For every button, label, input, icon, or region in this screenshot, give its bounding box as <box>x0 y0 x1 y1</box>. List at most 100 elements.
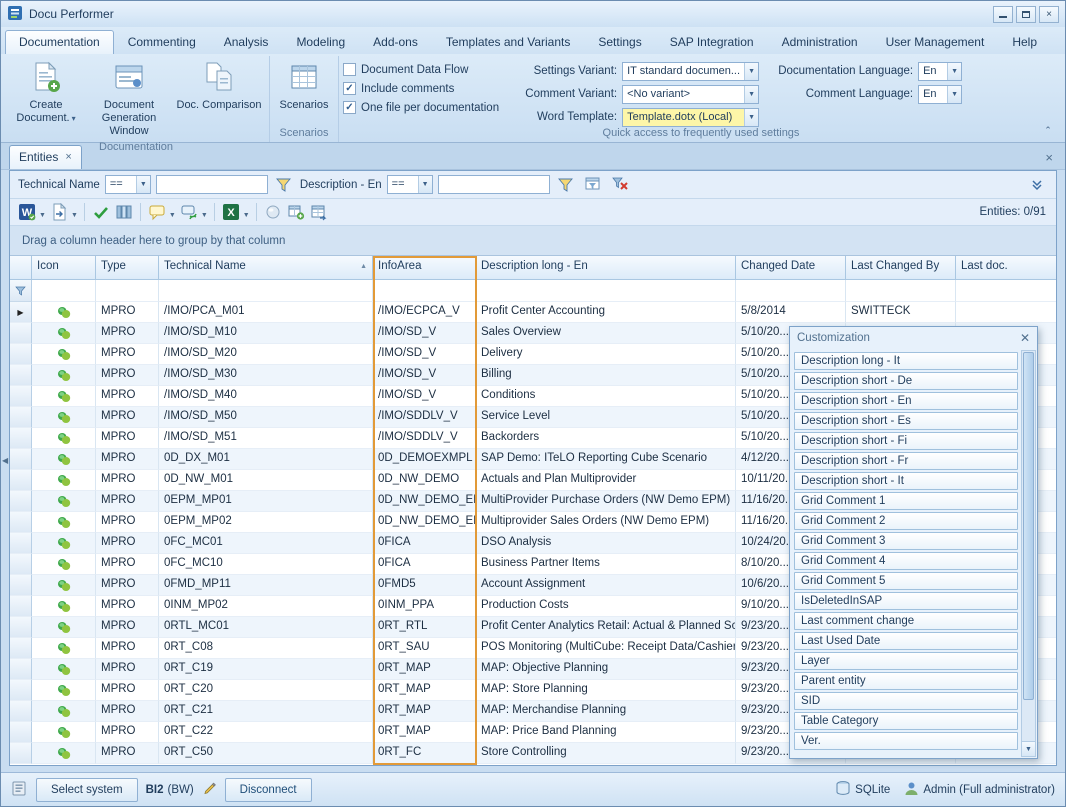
column-header-technical-name[interactable]: Technical Name▲ <box>159 256 373 280</box>
comment-refresh-icon[interactable] <box>178 201 200 223</box>
grid-filter-row[interactable] <box>10 280 1056 302</box>
log-icon[interactable] <box>11 780 28 800</box>
word-export-icon[interactable]: W <box>16 201 38 223</box>
chevron-down-icon[interactable]: ▼ <box>169 212 176 219</box>
minimize-button[interactable] <box>993 6 1013 23</box>
customization-scrollbar[interactable]: ▼ <box>1021 350 1036 757</box>
customization-item-last-comment-change[interactable]: Last comment change <box>794 612 1018 630</box>
filter-cell-type[interactable] <box>96 280 159 302</box>
filter-cell-icon[interactable] <box>32 280 96 302</box>
apply-filter-icon[interactable] <box>273 174 295 196</box>
close-button[interactable]: × <box>1039 6 1059 23</box>
filter-editor-icon[interactable] <box>582 174 604 196</box>
spell-check-icon[interactable] <box>90 201 112 223</box>
customization-item-last-used-date[interactable]: Last Used Date <box>794 632 1018 650</box>
chevron-down-icon[interactable]: ▼ <box>201 212 208 219</box>
collapse-ribbon-button[interactable]: ⌃ <box>1039 123 1057 138</box>
ribbon-tab-administration[interactable]: Administration <box>768 30 872 54</box>
customization-item-grid-comment-2[interactable]: Grid Comment 2 <box>794 512 1018 530</box>
collapse-left-panel-arrow[interactable]: ◀ <box>2 456 8 465</box>
disconnect-button[interactable]: Disconnect <box>225 778 312 802</box>
customization-item-grid-comment-1[interactable]: Grid Comment 1 <box>794 492 1018 510</box>
technical-name-filter-input[interactable] <box>156 175 268 194</box>
chevron-down-icon[interactable]: ▼ <box>243 212 250 219</box>
technical-name-operator-select[interactable]: ==▼ <box>105 175 151 194</box>
customization-item-grid-comment-5[interactable]: Grid Comment 5 <box>794 572 1018 590</box>
ribbon-tab-analysis[interactable]: Analysis <box>210 30 283 54</box>
customization-item-isdeletedinsap[interactable]: IsDeletedInSAP <box>794 592 1018 610</box>
checkbox-include-comments[interactable]: Include comments <box>343 82 499 95</box>
column-header-type[interactable]: Type <box>96 256 159 280</box>
filter-cell-last-changed-by[interactable] <box>846 280 956 302</box>
comment-icon[interactable] <box>146 201 168 223</box>
customization-item-description-short-de[interactable]: Description short - De <box>794 372 1018 390</box>
customization-item-description-short-en[interactable]: Description short - En <box>794 392 1018 410</box>
apply-filter-2-icon[interactable] <box>555 174 577 196</box>
ribbon-tab-user-management[interactable]: User Management <box>872 30 999 54</box>
customization-item-sid[interactable]: SID <box>794 692 1018 710</box>
customization-item-grid-comment-4[interactable]: Grid Comment 4 <box>794 552 1018 570</box>
column-header-infoarea[interactable]: InfoArea <box>373 256 476 280</box>
document-export-icon[interactable] <box>48 201 70 223</box>
column-header-last-changed-by[interactable]: Last Changed By <box>846 256 956 280</box>
customization-item-table-category[interactable]: Table Category <box>794 712 1018 730</box>
ribbon-tab-documentation[interactable]: Documentation <box>5 30 114 54</box>
customization-item-description-short-fi[interactable]: Description short - Fi <box>794 432 1018 450</box>
status-sphere-icon[interactable] <box>262 201 284 223</box>
column-header-icon[interactable]: Icon <box>32 256 96 280</box>
ribbon-tab-sap-integration[interactable]: SAP Integration <box>656 30 768 54</box>
edit-system-icon[interactable] <box>202 781 217 799</box>
ribbon-tab-help[interactable]: Help <box>998 30 1051 54</box>
filter-cell-technical-name[interactable] <box>159 280 373 302</box>
ribbon-tab-modeling[interactable]: Modeling <box>282 30 359 54</box>
document-generation-window-button[interactable]: Document Generation Window <box>85 58 173 141</box>
filter-cell-infoarea[interactable] <box>373 280 476 302</box>
customization-close-icon[interactable]: ✕ <box>1020 331 1030 345</box>
search-options-button[interactable] <box>1026 174 1048 196</box>
checkbox-one-file-per-documentation[interactable]: One file per documentation <box>343 101 499 114</box>
customization-item-layer[interactable]: Layer <box>794 652 1018 670</box>
word-template-select[interactable]: Template.dotx (Local)▼ <box>622 108 759 127</box>
customization-item-grid-comment-3[interactable]: Grid Comment 3 <box>794 532 1018 550</box>
documentation-language-select[interactable]: En▼ <box>918 62 962 81</box>
settings-variant-select[interactable]: IT standard documen...▼ <box>622 62 759 81</box>
checkbox-document-data-flow[interactable]: Document Data Flow <box>343 63 499 76</box>
comment-language-select[interactable]: En▼ <box>918 85 962 104</box>
column-header-description-long-en[interactable]: Description long - En <box>476 256 736 280</box>
maximize-button[interactable] <box>1016 6 1036 23</box>
chevron-down-icon[interactable]: ▼ <box>39 212 46 219</box>
clear-filter-icon[interactable] <box>609 174 631 196</box>
customization-item-parent-entity[interactable]: Parent entity <box>794 672 1018 690</box>
customization-titlebar[interactable]: Customization ✕ <box>790 327 1037 349</box>
ribbon-tab-templates-and-variants[interactable]: Templates and Variants <box>432 30 585 54</box>
group-by-bar[interactable]: Drag a column header here to group by th… <box>10 226 1056 256</box>
excel-export-icon[interactable]: X <box>220 201 242 223</box>
filter-cell-changed-date[interactable] <box>736 280 846 302</box>
customization-item-description-short-fr[interactable]: Description short - Fr <box>794 452 1018 470</box>
table-row[interactable]: ▶MPRO/IMO/PCA_M01/IMO/ECPCA_VProfit Cent… <box>10 302 1056 323</box>
column-header-last-doc[interactable]: Last doc. <box>956 256 1056 280</box>
filter-cell-last-doc[interactable] <box>956 280 1056 302</box>
customization-item-description-short-es[interactable]: Description short - Es <box>794 412 1018 430</box>
description-filter-input[interactable] <box>438 175 550 194</box>
comment-variant-select[interactable]: <No variant>▼ <box>622 85 759 104</box>
ribbon-tab-commenting[interactable]: Commenting <box>114 30 210 54</box>
scenarios-button[interactable]: Scenarios <box>274 58 334 122</box>
customization-item-description-long-it[interactable]: Description long - It <box>794 352 1018 370</box>
table-add-icon[interactable] <box>285 201 307 223</box>
customization-item-description-short-it[interactable]: Description short - It <box>794 472 1018 490</box>
create-document-button[interactable]: Create Document.▾ <box>7 58 85 128</box>
select-system-button[interactable]: Select system <box>36 778 138 802</box>
ribbon-tab-add-ons[interactable]: Add-ons <box>359 30 432 54</box>
chevron-down-icon[interactable]: ▼ <box>71 212 78 219</box>
customization-item-ver[interactable]: Ver. <box>794 732 1018 750</box>
ribbon-tab-settings[interactable]: Settings <box>584 30 655 54</box>
filter-cell-description-long-en[interactable] <box>476 280 736 302</box>
table-view-icon[interactable] <box>308 201 330 223</box>
scrollbar-thumb[interactable] <box>1023 352 1034 700</box>
columns-icon[interactable] <box>113 201 135 223</box>
doc-comparison-button[interactable]: Doc. Comparison <box>173 58 265 122</box>
column-header-changed-date[interactable]: Changed Date <box>736 256 846 280</box>
scroll-down-button[interactable]: ▼ <box>1022 741 1035 756</box>
description-operator-select[interactable]: ==▼ <box>387 175 433 194</box>
